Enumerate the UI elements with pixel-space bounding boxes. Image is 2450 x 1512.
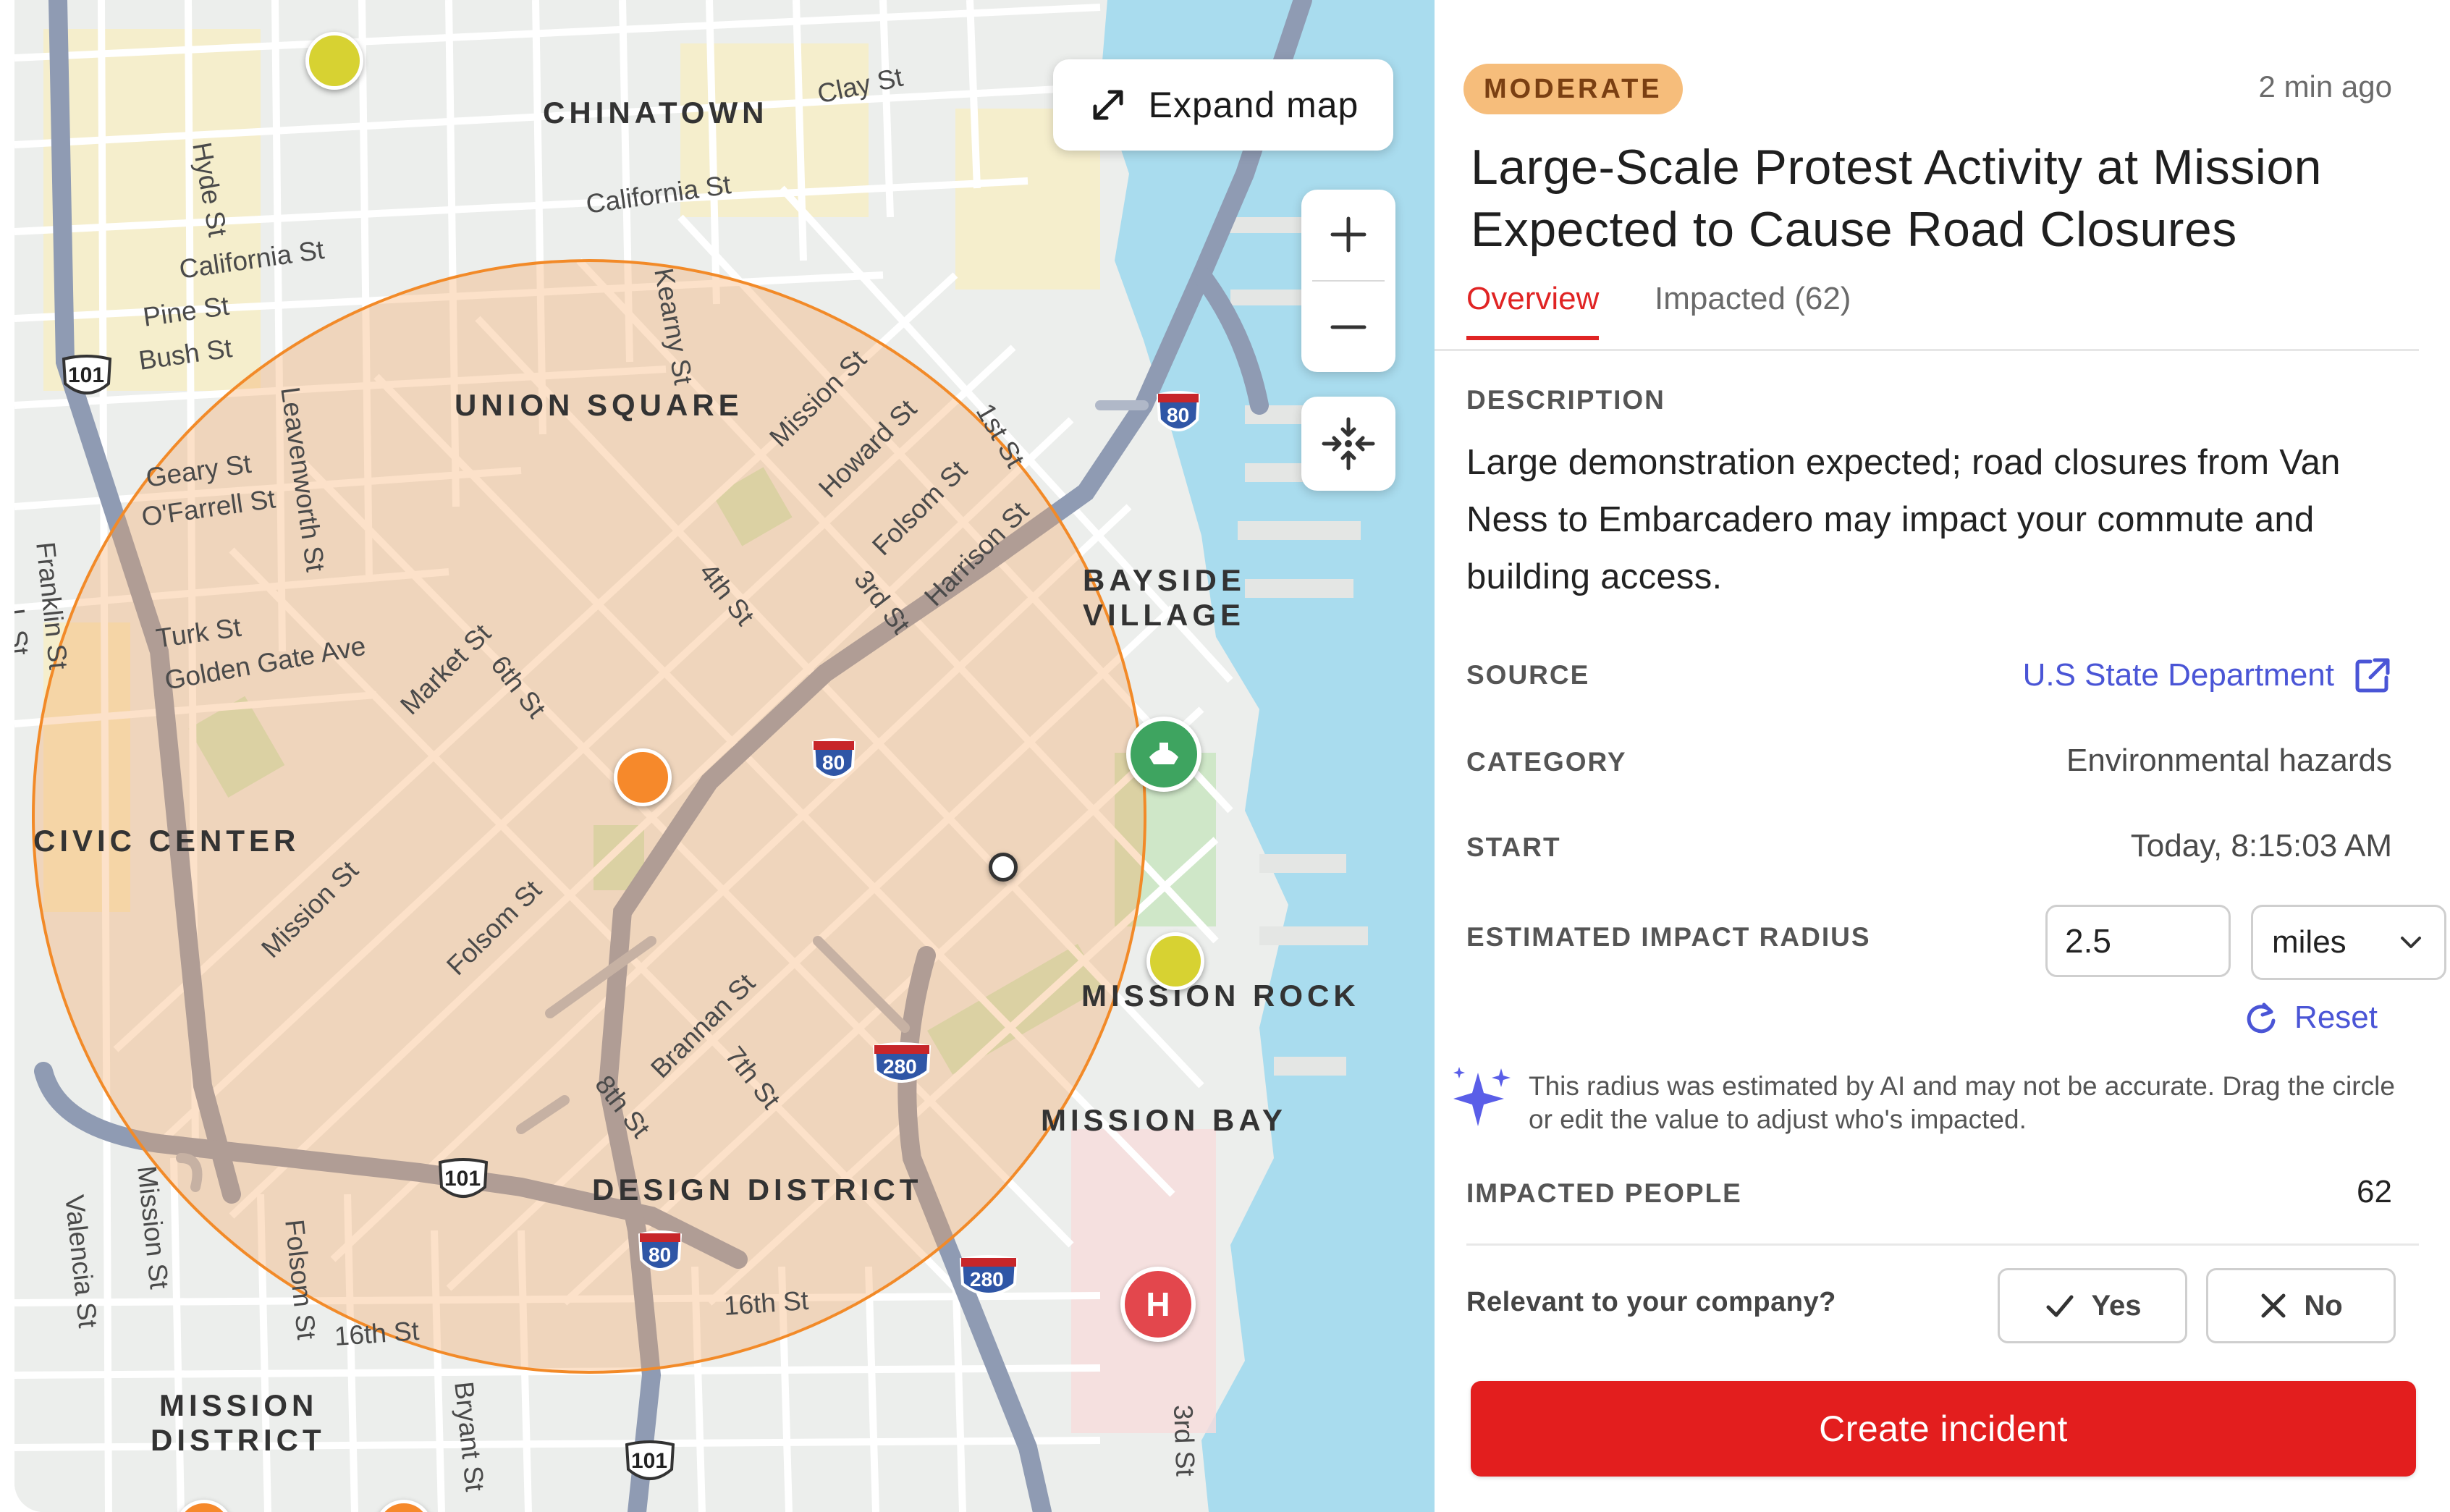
us101-shield: 101 bbox=[58, 355, 112, 400]
start-label: START bbox=[1466, 832, 1561, 862]
recenter-button[interactable] bbox=[1301, 397, 1395, 491]
impact-radius-label: ESTIMATED IMPACT RADIUS bbox=[1466, 922, 1871, 952]
reset-button[interactable]: Reset bbox=[2242, 999, 2378, 1036]
app-frame: CHINATOWN UNION SQUARE BAYSIDE VILLAGE C… bbox=[0, 0, 2450, 1512]
i280-shield: 280 bbox=[958, 1255, 1019, 1300]
shield-number: 280 bbox=[883, 1055, 917, 1078]
yes-label: Yes bbox=[2091, 1289, 2142, 1322]
district-label: CIVIC CENTER bbox=[33, 824, 300, 858]
expand-map-label: Expand map bbox=[1148, 85, 1359, 125]
incident-title: Large-Scale Protest Activity at Mission … bbox=[1471, 140, 2322, 257]
check-icon bbox=[2046, 1295, 2074, 1317]
radius-unit-select[interactable]: miles bbox=[2251, 905, 2446, 980]
incident-detail-panel: MODERATE 2 min ago Large-Scale Protest A… bbox=[1435, 0, 2450, 1512]
description-label: DESCRIPTION bbox=[1466, 385, 1665, 415]
district-label: UNION SQUARE bbox=[455, 388, 743, 422]
district-label: CHINATOWN bbox=[543, 96, 769, 130]
tab-overview[interactable]: Overview bbox=[1466, 281, 1600, 340]
district-label: MISSION bbox=[159, 1388, 318, 1422]
radius-input[interactable]: 2.5 bbox=[2045, 905, 2231, 977]
shield-number: 101 bbox=[631, 1449, 668, 1473]
expand-map-button[interactable]: Expand map bbox=[1053, 59, 1393, 151]
divider bbox=[1466, 1243, 2419, 1246]
description-text: Large demonstration expected; road closu… bbox=[1466, 443, 2341, 596]
reset-label: Reset bbox=[2294, 1000, 2378, 1035]
shield-number: 101 bbox=[68, 363, 105, 387]
zoom-controls bbox=[1301, 190, 1395, 372]
start-value: Today, 8:15:03 AM bbox=[2130, 828, 2392, 863]
minus-icon bbox=[1330, 325, 1366, 329]
district-label: MISSION ROCK bbox=[1081, 979, 1360, 1013]
category-label: CATEGORY bbox=[1466, 747, 1627, 777]
i80-shield: 80 bbox=[637, 1230, 683, 1275]
radius-unit-value: miles bbox=[2272, 924, 2346, 960]
create-incident-button[interactable]: Create incident bbox=[1471, 1381, 2416, 1477]
relevant-no-button[interactable]: No bbox=[2206, 1268, 2396, 1343]
tab-bar: Overview Impacted (62) bbox=[1435, 275, 2419, 351]
district-label: VILLAGE bbox=[1083, 598, 1246, 632]
relevant-yes-button[interactable]: Yes bbox=[1998, 1268, 2187, 1343]
close-icon bbox=[2261, 1293, 2286, 1318]
shield-number: 280 bbox=[970, 1268, 1004, 1291]
district-label: DISTRICT bbox=[151, 1423, 326, 1457]
reset-icon bbox=[2247, 1002, 2276, 1034]
shield-number: 80 bbox=[1167, 404, 1190, 426]
incident-pin[interactable] bbox=[1146, 932, 1204, 990]
incident-pin[interactable] bbox=[614, 748, 672, 806]
district-label: DESIGN DISTRICT bbox=[592, 1173, 923, 1207]
park-marker-icon[interactable] bbox=[1126, 717, 1201, 792]
shield-number: 80 bbox=[822, 751, 845, 774]
hospital-letter: H bbox=[1146, 1285, 1170, 1323]
shield-number: 80 bbox=[649, 1243, 672, 1266]
source-link[interactable]: U.S State Department bbox=[2023, 656, 2392, 695]
plus-icon bbox=[1330, 216, 1366, 253]
source-value: U.S State Department bbox=[2022, 657, 2334, 693]
ai-disclaimer-text: This radius was estimated by AI and may … bbox=[1529, 1071, 2395, 1134]
i80-shield: 80 bbox=[1155, 391, 1201, 436]
district-label: MISSION BAY bbox=[1041, 1103, 1287, 1137]
i280-shield: 280 bbox=[871, 1042, 932, 1087]
location-marker[interactable] bbox=[989, 853, 1018, 882]
map-view[interactable]: CHINATOWN UNION SQUARE BAYSIDE VILLAGE C… bbox=[14, 0, 1435, 1512]
impacted-people-value: 62 bbox=[2357, 1174, 2392, 1209]
ai-sparkle-icon bbox=[1453, 1067, 1511, 1126]
street-label: 3rd St bbox=[1168, 1404, 1201, 1477]
zoom-in-button[interactable] bbox=[1301, 190, 1395, 280]
shield-number: 101 bbox=[444, 1167, 481, 1191]
zoom-out-button[interactable] bbox=[1301, 282, 1395, 372]
street-label: 16th St bbox=[722, 1285, 810, 1321]
timestamp: 2 min ago bbox=[2258, 69, 2392, 104]
district-label: BAYSIDE bbox=[1083, 563, 1246, 597]
recenter-icon bbox=[1322, 417, 1375, 470]
tab-impacted[interactable]: Impacted (62) bbox=[1655, 281, 1851, 336]
no-label: No bbox=[2304, 1289, 2343, 1322]
severity-badge: MODERATE bbox=[1463, 64, 1683, 114]
relevance-question: Relevant to your company? bbox=[1466, 1287, 1836, 1317]
i80-shield: 80 bbox=[811, 738, 857, 783]
hospital-marker-icon[interactable]: H bbox=[1120, 1267, 1196, 1342]
source-label: SOURCE bbox=[1466, 660, 1590, 690]
external-link-icon bbox=[2355, 658, 2390, 693]
category-value: Environmental hazards bbox=[2066, 743, 2392, 778]
us101-shield: 101 bbox=[434, 1158, 489, 1203]
chevron-down-icon bbox=[2401, 937, 2421, 948]
incident-pin[interactable] bbox=[305, 32, 363, 90]
impacted-people-label: IMPACTED PEOPLE bbox=[1466, 1178, 1742, 1208]
us101-shield: 101 bbox=[621, 1440, 675, 1485]
expand-icon bbox=[1093, 90, 1123, 120]
ai-disclaimer: This radius was estimated by AI and may … bbox=[1449, 1065, 2419, 1136]
street-label: 16th St bbox=[333, 1315, 421, 1351]
